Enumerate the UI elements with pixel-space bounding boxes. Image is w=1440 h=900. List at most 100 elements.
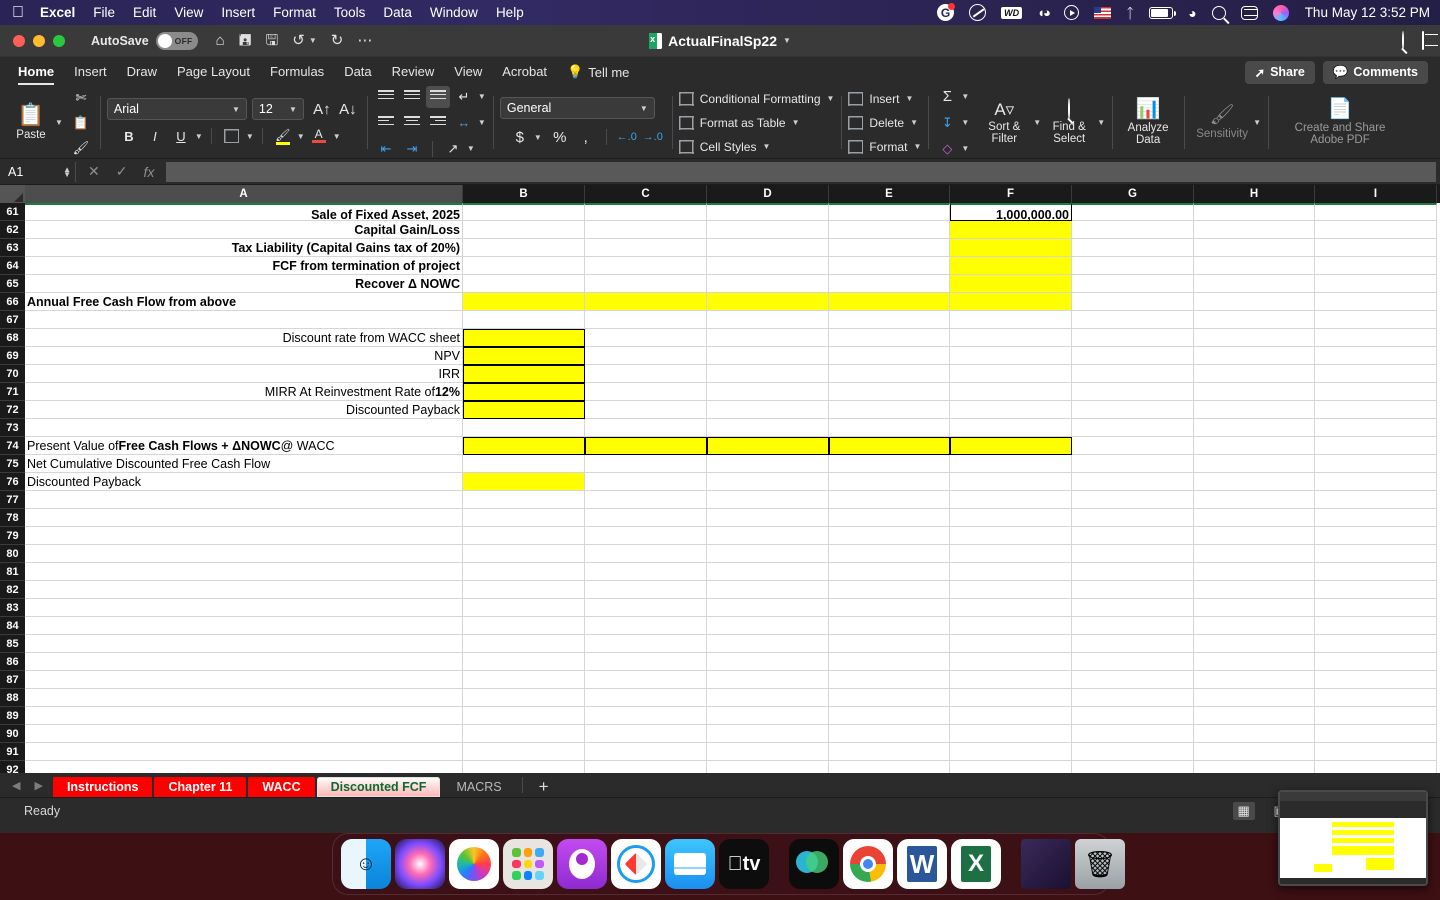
webex-icon[interactable] bbox=[789, 839, 839, 889]
cell-F89[interactable] bbox=[950, 707, 1072, 725]
cell-A83[interactable] bbox=[25, 599, 463, 617]
cell-C79[interactable] bbox=[585, 527, 707, 545]
cell-D77[interactable] bbox=[707, 491, 829, 509]
cell-E83[interactable] bbox=[829, 599, 950, 617]
cell-I87[interactable] bbox=[1315, 671, 1437, 689]
cell-A78[interactable] bbox=[25, 509, 463, 527]
cell-D85[interactable] bbox=[707, 635, 829, 653]
conditional-formatting-button[interactable]: Conditional Formatting ▼ bbox=[678, 88, 834, 109]
cell-B74[interactable] bbox=[463, 437, 585, 455]
cell-H86[interactable] bbox=[1194, 653, 1315, 671]
row-header-85[interactable]: 85 bbox=[0, 635, 25, 653]
cell-F86[interactable] bbox=[950, 653, 1072, 671]
sheet-tab-wacc[interactable]: WACC bbox=[248, 777, 315, 797]
cell-A73[interactable] bbox=[25, 419, 463, 437]
more-icon[interactable]: ⋯ bbox=[357, 33, 372, 48]
cell-F64[interactable] bbox=[950, 257, 1072, 275]
cell-D61[interactable] bbox=[707, 203, 829, 221]
cell-H84[interactable] bbox=[1194, 617, 1315, 635]
select-all-corner[interactable] bbox=[0, 185, 25, 203]
cell-E88[interactable] bbox=[829, 689, 950, 707]
cell-H73[interactable] bbox=[1194, 419, 1315, 437]
cell-B79[interactable] bbox=[463, 527, 585, 545]
row-header-87[interactable]: 87 bbox=[0, 671, 25, 689]
tab-review[interactable]: Review bbox=[382, 60, 445, 85]
next-sheet-icon[interactable]: ▶ bbox=[34, 779, 42, 792]
merge-center-icon[interactable]: ↔ bbox=[452, 112, 476, 134]
column-header-c[interactable]: C bbox=[585, 185, 707, 203]
cell-F73[interactable] bbox=[950, 419, 1072, 437]
cell-A68[interactable]: Discount rate from WACC sheet bbox=[25, 329, 463, 347]
format-as-table-button[interactable]: Format as Table ▼ bbox=[678, 112, 800, 133]
row-header-64[interactable]: 64 bbox=[0, 257, 25, 275]
enter-icon[interactable]: ✓ bbox=[116, 163, 128, 180]
fill-color-chevron-down-icon[interactable]: ▼ bbox=[297, 132, 305, 141]
cell-B90[interactable] bbox=[463, 725, 585, 743]
cell-B84[interactable] bbox=[463, 617, 585, 635]
row-header-86[interactable]: 86 bbox=[0, 653, 25, 671]
underline-chevron-down-icon[interactable]: ▼ bbox=[195, 132, 203, 141]
row-header-80[interactable]: 80 bbox=[0, 545, 25, 563]
minimize-button[interactable] bbox=[33, 34, 45, 47]
cell-E74[interactable] bbox=[829, 437, 950, 455]
cell-H83[interactable] bbox=[1194, 599, 1315, 617]
find-select-button[interactable]: Find & Select bbox=[1041, 98, 1097, 145]
row-header-89[interactable]: 89 bbox=[0, 707, 25, 725]
cell-E61[interactable] bbox=[829, 203, 950, 221]
font-color-chevron-down-icon[interactable]: ▼ bbox=[333, 132, 341, 141]
cell-B75[interactable] bbox=[463, 455, 585, 473]
podcasts-icon[interactable] bbox=[557, 839, 607, 889]
clear-icon[interactable]: ◇ bbox=[935, 138, 959, 160]
align-top-icon[interactable] bbox=[374, 86, 398, 108]
safari-icon[interactable] bbox=[611, 839, 661, 889]
save-icon[interactable]: 🖪 bbox=[239, 33, 252, 48]
row-header-63[interactable]: 63 bbox=[0, 239, 25, 257]
cell-I81[interactable] bbox=[1315, 563, 1437, 581]
copy-icon[interactable]: 📋 bbox=[69, 112, 93, 134]
cell-H72[interactable] bbox=[1194, 401, 1315, 419]
cell-A72[interactable]: Discounted Payback bbox=[25, 401, 463, 419]
cell-I82[interactable] bbox=[1315, 581, 1437, 599]
orientation-chevron-down-icon[interactable]: ▼ bbox=[467, 144, 475, 153]
cell-A76[interactable]: Discounted Payback bbox=[25, 473, 463, 491]
cell-D67[interactable] bbox=[707, 311, 829, 329]
cell-D71[interactable] bbox=[707, 383, 829, 401]
cell-E75[interactable] bbox=[829, 455, 950, 473]
cell-F78[interactable] bbox=[950, 509, 1072, 527]
wrap-text-chevron-down-icon[interactable]: ▼ bbox=[478, 92, 486, 101]
cell-A82[interactable] bbox=[25, 581, 463, 599]
sheet-nav-arrows[interactable]: ◀ ▶ bbox=[8, 773, 53, 797]
control-center-icon[interactable] bbox=[1240, 3, 1258, 23]
cell-I74[interactable] bbox=[1315, 437, 1437, 455]
percent-format-icon[interactable]: % bbox=[548, 126, 572, 148]
cell-B71[interactable] bbox=[463, 383, 585, 401]
cell-B87[interactable] bbox=[463, 671, 585, 689]
cell-H65[interactable] bbox=[1194, 275, 1315, 293]
formula-input[interactable] bbox=[166, 161, 1436, 182]
document-title[interactable]: ActualFinalSp22 bbox=[668, 33, 777, 49]
cell-I69[interactable] bbox=[1315, 347, 1437, 365]
cell-E62[interactable] bbox=[829, 221, 950, 239]
row-header-78[interactable]: 78 bbox=[0, 509, 25, 527]
column-header-e[interactable]: E bbox=[829, 185, 950, 203]
cell-E64[interactable] bbox=[829, 257, 950, 275]
cell-A75[interactable]: Net Cumulative Discounted Free Cash Flow bbox=[25, 455, 463, 473]
name-box-spinner[interactable]: ▲ ▼ bbox=[63, 165, 71, 178]
add-sheet-button[interactable]: + bbox=[527, 777, 561, 797]
cell-G79[interactable] bbox=[1072, 527, 1194, 545]
tab-draw[interactable]: Draw bbox=[117, 60, 167, 85]
sheet-tab-instructions[interactable]: Instructions bbox=[52, 777, 153, 797]
cell-G82[interactable] bbox=[1072, 581, 1194, 599]
cell-H63[interactable] bbox=[1194, 239, 1315, 257]
chrome-icon[interactable] bbox=[843, 839, 893, 889]
cell-G81[interactable] bbox=[1072, 563, 1194, 581]
cell-I75[interactable] bbox=[1315, 455, 1437, 473]
cell-D89[interactable] bbox=[707, 707, 829, 725]
menu-item-edit[interactable]: Edit bbox=[133, 5, 156, 20]
cell-E79[interactable] bbox=[829, 527, 950, 545]
cell-C89[interactable] bbox=[585, 707, 707, 725]
borders-icon[interactable] bbox=[220, 125, 244, 147]
row-header-83[interactable]: 83 bbox=[0, 599, 25, 617]
cell-A71[interactable]: MIRR At Reinvestment Rate of 12% bbox=[25, 383, 463, 401]
cell-A69[interactable]: NPV bbox=[25, 347, 463, 365]
